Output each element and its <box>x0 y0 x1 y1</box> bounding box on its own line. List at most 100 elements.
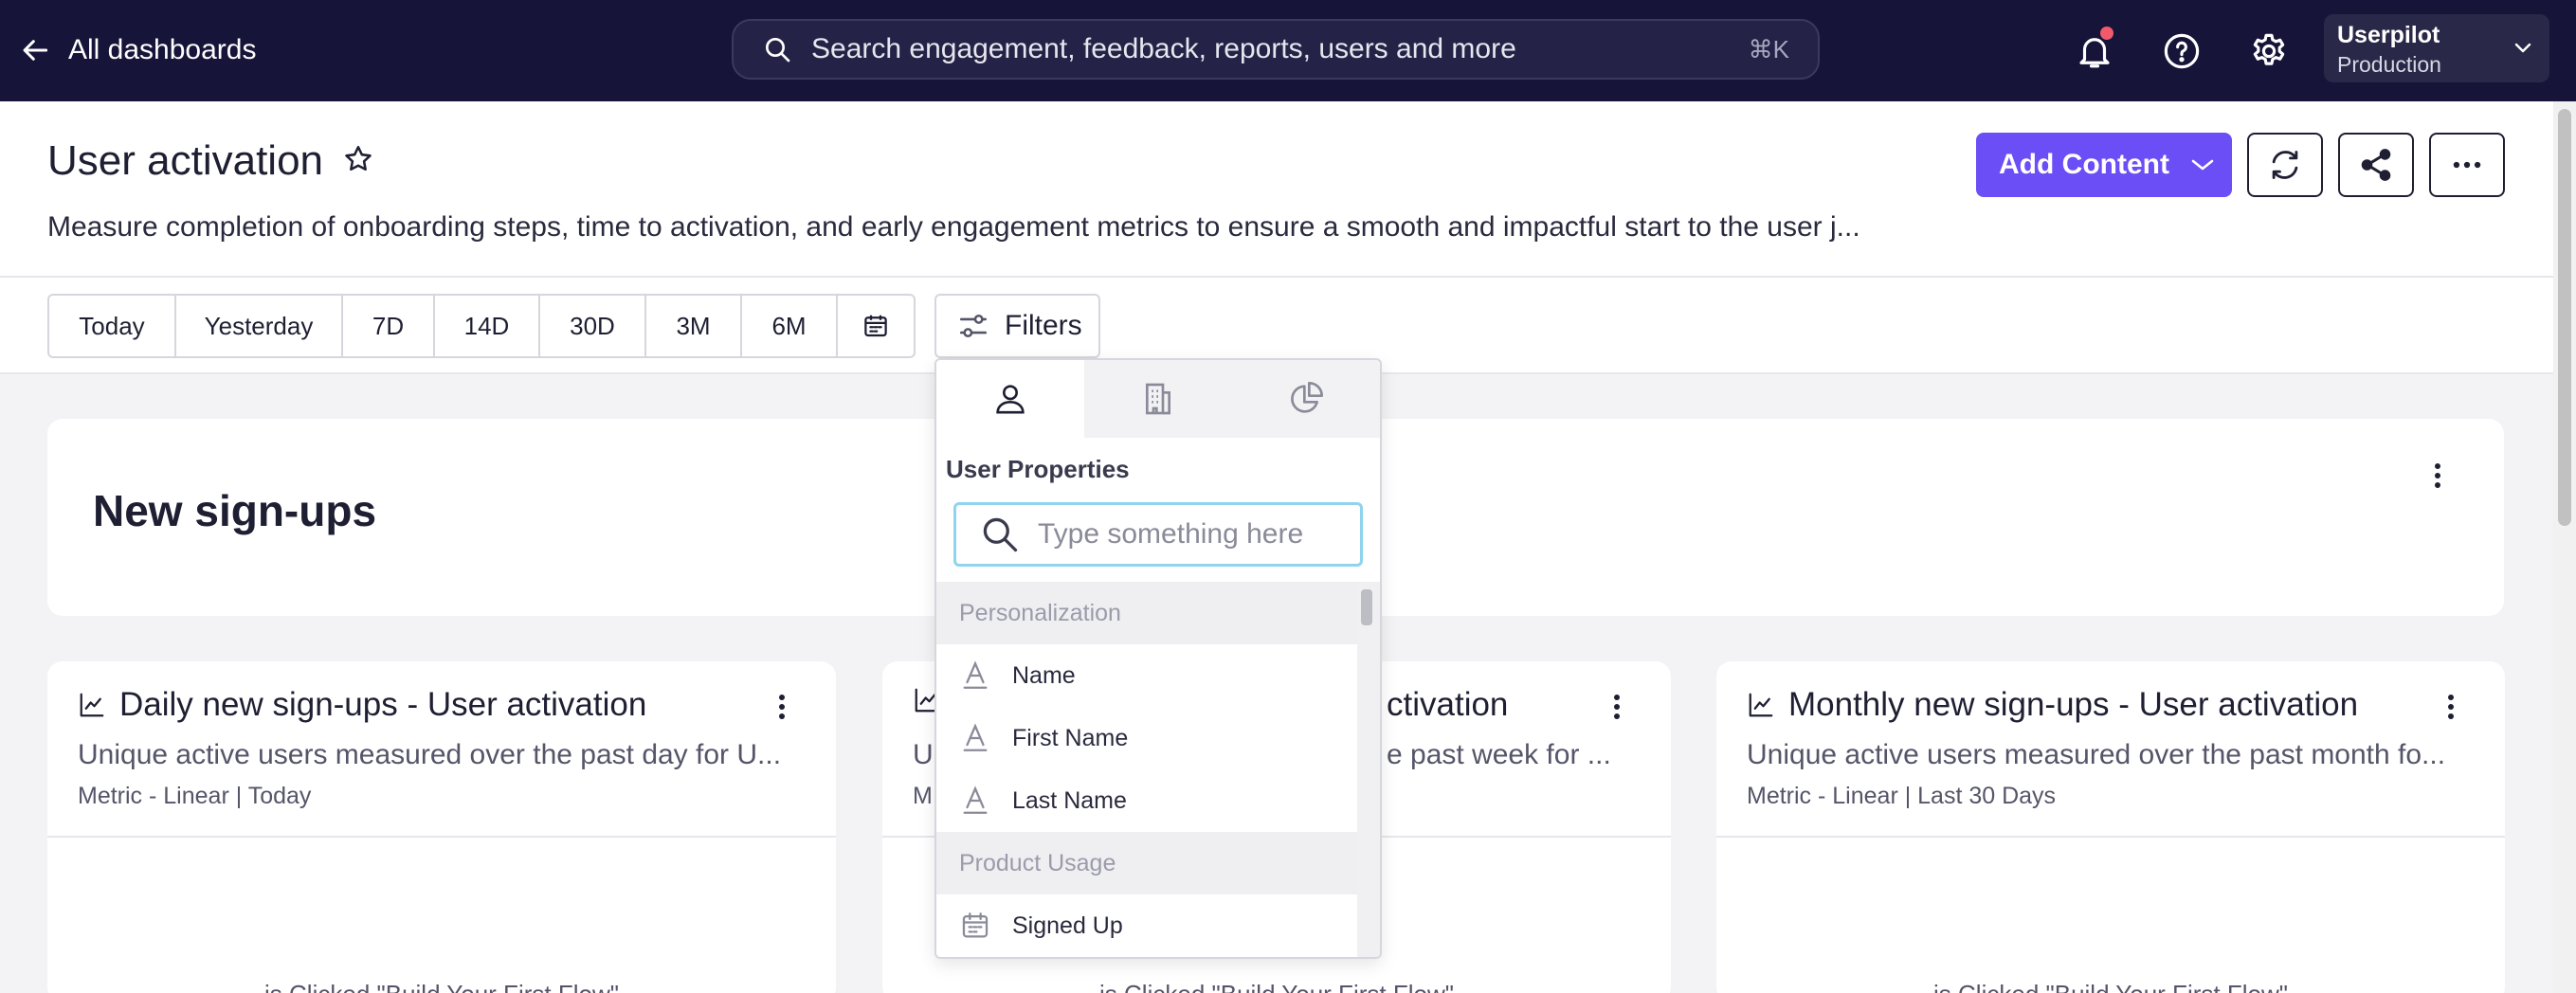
date-range-14d[interactable]: 14D <box>435 296 540 356</box>
card-subtitle: Unique active users measured over the pa… <box>78 739 782 770</box>
more-horizontal-icon <box>2453 161 2481 169</box>
search-icon <box>983 517 1018 552</box>
search-placeholder: Search engagement, feedback, reports, us… <box>811 33 1516 64</box>
star-icon <box>345 145 372 171</box>
sliders-icon <box>959 314 988 338</box>
calendar-icon <box>864 315 887 337</box>
card-header: Monthly new sign-ups - User activation <box>1747 686 2358 724</box>
card-chart-label: is Clicked "Build Your First Flow" <box>882 980 1671 993</box>
section-menu-button[interactable] <box>2423 457 2452 495</box>
date-range-selector: Today Yesterday 7D 14D 30D 3M 6M <box>47 294 916 358</box>
tab-company-properties[interactable] <box>1084 360 1232 438</box>
refresh-icon <box>2272 151 2298 179</box>
card-divider <box>47 836 836 838</box>
metric-card-daily[interactable]: Daily new sign-ups - User activation Uni… <box>47 661 836 993</box>
property-item-last-name[interactable]: Last Name <box>936 769 1357 832</box>
chart-line-icon <box>80 693 104 717</box>
search-icon <box>766 38 790 63</box>
page-scrollbar-thumb[interactable] <box>2558 109 2571 526</box>
card-chart-label: is Clicked "Build Your First Flow" <box>47 980 836 993</box>
card-subtitle: Unique active users measured over the pa… <box>1747 739 2446 770</box>
card-menu-button[interactable] <box>768 688 796 726</box>
property-label: Last Name <box>1012 786 1127 814</box>
card-title: ctivation <box>1387 686 1509 723</box>
dashboard-header: User activation Measure completion of on… <box>0 101 2553 278</box>
add-content-label: Add Content <box>1999 149 2169 180</box>
date-range-yesterday[interactable]: Yesterday <box>176 296 343 356</box>
all-dashboards-link[interactable]: All dashboards <box>21 28 256 72</box>
help-icon <box>2164 33 2200 69</box>
card-menu-button[interactable] <box>1603 688 1631 726</box>
property-search-input[interactable] <box>1038 518 1341 551</box>
text-property-icon <box>963 785 988 814</box>
card-menu-button[interactable] <box>2437 688 2465 726</box>
more-vertical-icon <box>779 695 785 719</box>
arrow-left-icon <box>23 40 48 61</box>
property-item-first-name[interactable]: First Name <box>936 707 1357 769</box>
more-vertical-icon <box>2448 695 2454 719</box>
date-range-today[interactable]: Today <box>49 296 176 356</box>
filters-button[interactable]: Filters <box>934 294 1100 358</box>
dropdown-heading: User Properties <box>946 455 1130 483</box>
search-shortcut: ⌘K <box>1748 34 1789 63</box>
add-content-button[interactable]: Add Content <box>1976 133 2232 197</box>
gear-icon <box>2253 33 2285 65</box>
more-vertical-icon <box>1614 695 1620 719</box>
card-divider <box>1716 836 2505 838</box>
help-button[interactable] <box>2155 25 2208 78</box>
more-vertical-icon <box>2435 463 2440 488</box>
custom-date-button[interactable] <box>838 296 914 356</box>
card-meta: Metric - Linear | Today <box>78 783 312 809</box>
calendar-icon <box>962 912 989 938</box>
card-header: Daily new sign-ups - User activation <box>78 686 646 724</box>
notifications-button[interactable] <box>2068 25 2121 78</box>
date-range-7d[interactable]: 7D <box>343 296 435 356</box>
card-chart-label: is Clicked "Build Your First Flow" <box>1716 980 2505 993</box>
card-subtitle-tail: e past week for ... <box>1387 739 1611 770</box>
property-item-name[interactable]: Name <box>936 644 1357 707</box>
text-property-icon <box>963 660 988 689</box>
filter-type-tabs <box>936 360 1380 438</box>
title-row: User activation <box>47 137 374 185</box>
settings-button[interactable] <box>2242 25 2295 78</box>
property-list: Personalization Name First Name Last Nam… <box>936 582 1357 957</box>
notification-dot <box>2100 27 2113 40</box>
account-switcher[interactable]: Userpilot Production <box>2324 14 2549 82</box>
global-search[interactable]: Search engagement, feedback, reports, us… <box>732 19 1820 80</box>
chevron-down-icon <box>2514 43 2531 53</box>
chevron-down-icon <box>2191 159 2214 171</box>
date-range-6m[interactable]: 6M <box>742 296 838 356</box>
top-bar: All dashboards Search engagement, feedba… <box>0 0 2576 101</box>
account-environment: Production <box>2337 52 2441 77</box>
group-header-product-usage: Product Usage <box>936 832 1357 894</box>
user-icon <box>996 385 1025 414</box>
property-item-signed-up[interactable]: Signed Up <box>936 894 1357 957</box>
property-label: Name <box>1012 661 1076 689</box>
page-title: User activation <box>47 137 324 184</box>
property-label: First Name <box>1012 724 1129 751</box>
property-search[interactable] <box>953 502 1363 567</box>
date-range-3m[interactable]: 3M <box>646 296 742 356</box>
metric-card-monthly[interactable]: Monthly new sign-ups - User activation U… <box>1716 661 2505 993</box>
refresh-button[interactable] <box>2247 133 2323 197</box>
share-button[interactable] <box>2338 133 2414 197</box>
dashboard-description: Measure completion of onboarding steps, … <box>47 211 1860 243</box>
filters-dropdown: User Properties Personalization Name Fir… <box>934 358 1382 959</box>
page-scrollbar[interactable] <box>2553 101 2576 993</box>
back-label: All dashboards <box>68 34 257 65</box>
group-header-personalization: Personalization <box>936 582 1357 644</box>
favorite-button[interactable] <box>342 143 374 180</box>
tab-user-properties[interactable] <box>936 360 1084 438</box>
dropdown-scrollbar-thumb[interactable] <box>1361 589 1372 625</box>
more-options-button[interactable] <box>2429 133 2505 197</box>
company-icon <box>1146 383 1170 415</box>
tab-segments[interactable] <box>1232 360 1380 438</box>
chart-line-icon <box>1749 693 1773 717</box>
account-name: Userpilot <box>2337 22 2440 48</box>
filters-label: Filters <box>1005 310 1082 341</box>
dropdown-scrollbar[interactable] <box>1357 582 1380 957</box>
card-meta: M <box>913 783 933 809</box>
date-range-30d[interactable]: 30D <box>540 296 646 356</box>
card-title: Monthly new sign-ups - User activation <box>1788 686 2359 723</box>
share-icon <box>2361 149 2391 181</box>
